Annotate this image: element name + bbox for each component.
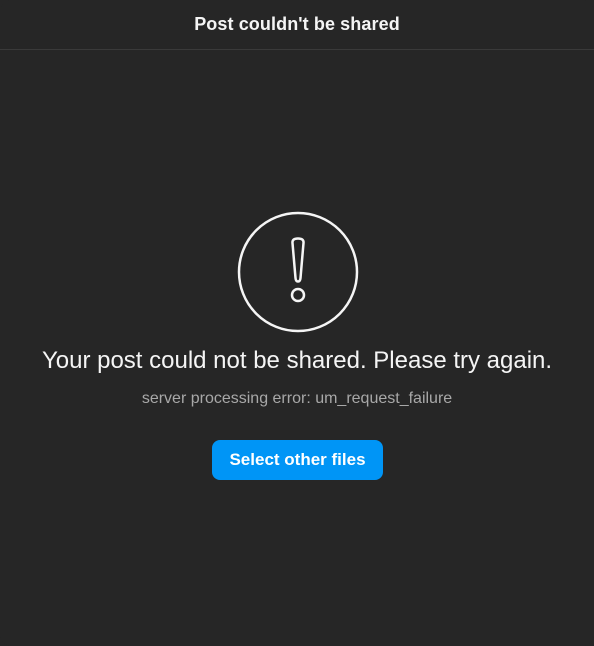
error-detail: server processing error: um_request_fail… [141, 390, 453, 407]
dialog-header: Post couldn't be shared [0, 0, 594, 50]
dialog-body: Your post could not be shared. Please tr… [0, 51, 594, 646]
dialog-title: Post couldn't be shared [194, 14, 400, 34]
alert-exclamation-icon [237, 211, 359, 333]
post-error-dialog: Post couldn't be shared Your post could … [0, 0, 594, 646]
error-message: Your post could not be shared. Please tr… [41, 347, 553, 374]
select-other-files-button[interactable]: Select other files [212, 440, 383, 480]
